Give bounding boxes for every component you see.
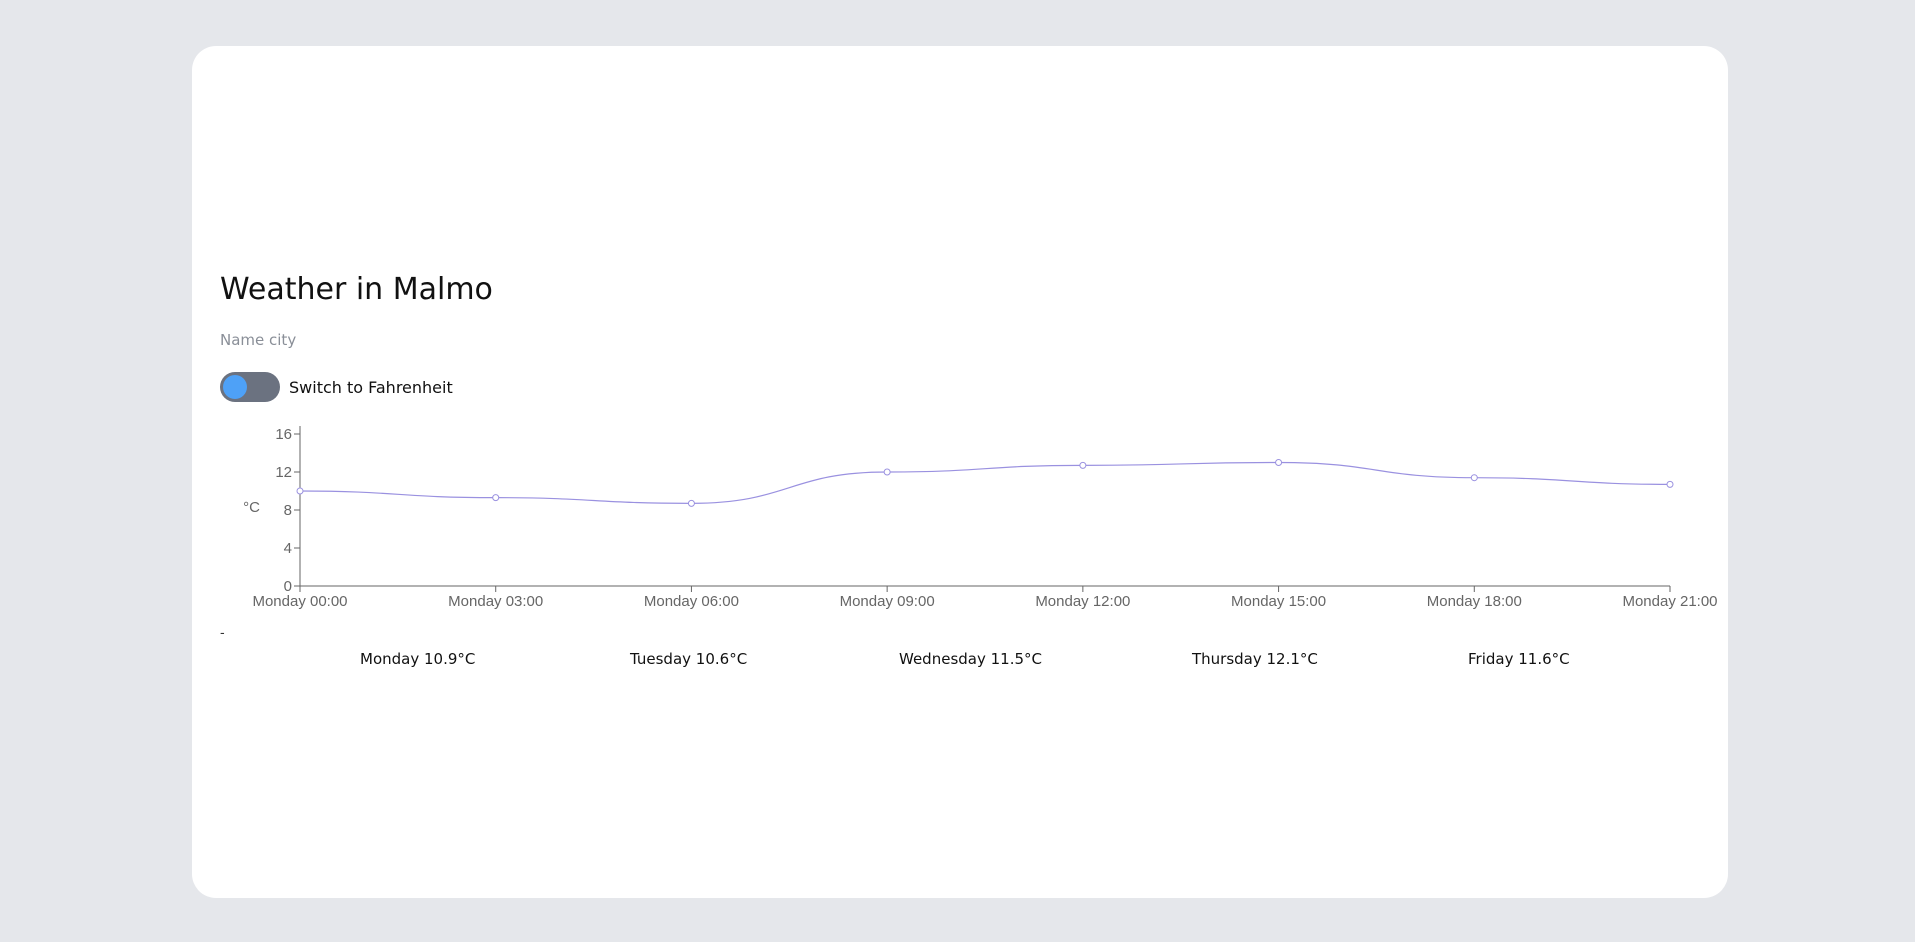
forecast-day: Friday 11.6°C [1468,650,1570,668]
data-point [492,494,500,502]
x-tick-label: Monday 00:00 [252,593,347,610]
unit-toggle-row: Switch to Fahrenheit [220,372,453,402]
temperature-series-line [299,461,1671,504]
data-point [1079,461,1087,469]
data-point [296,487,304,495]
fahrenheit-toggle[interactable] [220,372,280,402]
x-tick-label: Monday 21:00 [1622,593,1717,610]
y-tick-label: 12 [275,464,292,481]
data-point [1666,480,1674,488]
y-tick-label: 8 [284,502,292,519]
data-point [1470,474,1478,482]
y-tick-label: 4 [284,540,292,557]
x-tick-label: Monday 06:00 [644,593,739,610]
y-tick-label: 0 [284,578,292,595]
data-point [883,468,891,476]
x-tick-label: Monday 09:00 [840,593,935,610]
forecast-day: Tuesday 10.6°C [630,650,748,668]
city-search-input[interactable] [220,328,540,352]
temperature-line-chart: 0 4 8 12 16 °C Monday 00:00 Monday 03:00 Monday … [243,426,1718,610]
x-tick-label: Monday 15:00 [1231,593,1326,610]
toggle-knob [223,375,247,399]
x-tick-label: Monday 03:00 [448,593,543,610]
separator-dash: - [220,624,225,640]
page-title: Weather in Malmo [220,272,493,307]
weather-card: Weather in Malmo Switch to Fahrenheit 0 4… [192,46,1728,898]
data-point [687,499,695,507]
x-tick-label: Monday 18:00 [1427,593,1522,610]
forecast-day: Wednesday 11.5°C [899,650,1042,668]
y-axis-label: °C [243,499,260,516]
data-point [1275,459,1283,466]
y-tick-label: 16 [275,426,292,443]
fahrenheit-toggle-label: Switch to Fahrenheit [289,377,453,397]
x-tick-label: Monday 12:00 [1035,593,1130,610]
forecast-day: Thursday 12.1°C [1192,650,1318,668]
forecast-day: Monday 10.9°C [360,650,476,668]
